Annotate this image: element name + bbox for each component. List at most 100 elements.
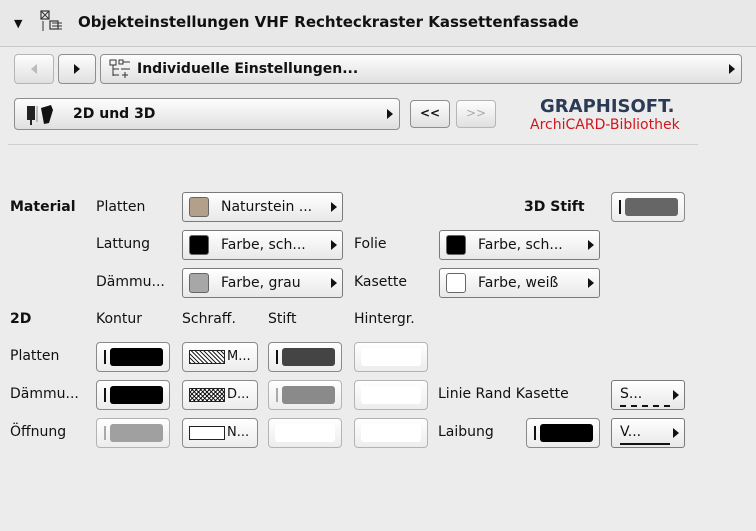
pen-indicator bbox=[104, 350, 106, 364]
daemmung-schraffur-value: D... bbox=[227, 387, 250, 402]
oeffnung-stift-pen[interactable] bbox=[268, 418, 342, 448]
material-platten-dropdown[interactable]: Naturstein ... bbox=[182, 192, 343, 222]
pen3d-button[interactable] bbox=[611, 192, 685, 222]
dropdown-arrow-icon bbox=[331, 202, 337, 212]
divider bbox=[8, 144, 698, 145]
dropdown-arrow-icon bbox=[387, 109, 393, 119]
dropdown-arrow-icon bbox=[588, 240, 594, 250]
next-view-button[interactable]: >> bbox=[456, 100, 496, 128]
page-title: Objekteinstellungen VHF Rechteckraster K… bbox=[78, 13, 579, 31]
pen-color-swatch bbox=[361, 386, 421, 404]
next-view-label: >> bbox=[466, 106, 487, 120]
brand-subtitle: ArchiCARD-Bibliothek bbox=[530, 117, 680, 133]
daemmung-hintergrund-pen[interactable] bbox=[354, 380, 428, 410]
dropdown-arrow-icon bbox=[331, 240, 337, 250]
column-hintergr: Hintergr. bbox=[354, 311, 415, 327]
pen-color-swatch bbox=[361, 424, 421, 442]
twod-section-label: 2D bbox=[10, 311, 32, 327]
material-kasette-label: Kasette bbox=[354, 274, 408, 290]
column-schraff: Schraff. bbox=[182, 311, 236, 327]
pen-color-swatch bbox=[110, 386, 163, 404]
column-kontur: Kontur bbox=[96, 311, 143, 327]
platten-hintergrund-pen[interactable] bbox=[354, 342, 428, 372]
pen-indicator bbox=[104, 426, 106, 440]
material-swatch bbox=[446, 235, 466, 255]
oeffnung-hintergrund-pen[interactable] bbox=[354, 418, 428, 448]
material-lattung-value: Farbe, sch... bbox=[221, 237, 306, 253]
laibung-label: Laibung bbox=[438, 424, 494, 440]
twod-platten-label: Platten bbox=[10, 348, 60, 364]
linie-rand-kasette-label: Linie Rand Kasette bbox=[438, 386, 569, 402]
pen-color-swatch bbox=[540, 424, 593, 442]
hatch-pattern-swatch bbox=[189, 426, 225, 440]
pen-indicator bbox=[534, 426, 536, 440]
line-type-preview bbox=[620, 441, 670, 445]
daemmung-kontur-pen[interactable] bbox=[96, 380, 170, 410]
settings-page-dropdown[interactable]: Individuelle Einstellungen... bbox=[100, 54, 742, 84]
collapse-triangle-icon[interactable]: ▼ bbox=[14, 17, 22, 30]
dropdown-arrow-icon bbox=[673, 390, 679, 400]
pen3d-label: 3D Stift bbox=[524, 199, 585, 215]
laibung-pen[interactable] bbox=[526, 418, 600, 448]
brand-name: GRAPHISOFT. bbox=[540, 96, 675, 117]
prev-view-label: << bbox=[420, 106, 441, 120]
material-swatch bbox=[446, 273, 466, 293]
hatch-pattern-swatch bbox=[189, 350, 225, 364]
arrow-right-icon bbox=[74, 64, 80, 74]
material-platten-value: Naturstein ... bbox=[221, 199, 313, 215]
platten-schraffur-button[interactable]: M... bbox=[182, 342, 258, 372]
view-mode-label: 2D und 3D bbox=[73, 106, 156, 122]
platten-kontur-pen[interactable] bbox=[96, 342, 170, 372]
arrow-left-icon bbox=[31, 64, 37, 74]
pen-indicator bbox=[276, 388, 278, 402]
material-daemmung-dropdown[interactable]: Farbe, grau bbox=[182, 268, 343, 298]
material-platten-label: Platten bbox=[96, 199, 146, 215]
oeffnung-schraffur-value: N... bbox=[227, 425, 250, 440]
pen-color-swatch bbox=[275, 424, 335, 442]
platten-stift-pen[interactable] bbox=[268, 342, 342, 372]
oeffnung-schraffur-button[interactable]: N... bbox=[182, 418, 258, 448]
pen-indicator bbox=[276, 350, 278, 364]
column-stift: Stift bbox=[268, 311, 297, 327]
linie-rand-kasette-value: S... bbox=[620, 386, 643, 402]
dropdown-arrow-icon bbox=[331, 278, 337, 288]
material-folie-value: Farbe, sch... bbox=[478, 237, 563, 253]
material-kasette-value: Farbe, weiß bbox=[478, 275, 559, 291]
prev-view-button[interactable]: << bbox=[410, 100, 450, 128]
prev-page-button[interactable] bbox=[14, 54, 54, 84]
pen-indicator bbox=[104, 388, 106, 402]
next-page-button[interactable] bbox=[58, 54, 96, 84]
material-swatch bbox=[189, 235, 209, 255]
pen-color-swatch bbox=[361, 348, 421, 366]
material-kasette-dropdown[interactable]: Farbe, weiß bbox=[439, 268, 600, 298]
pen-indicator bbox=[619, 200, 621, 214]
twod-daemmung-label: Dämmu... bbox=[10, 386, 79, 402]
dropdown-arrow-icon bbox=[673, 428, 679, 438]
2d-3d-view-icon bbox=[27, 105, 53, 125]
material-lattung-dropdown[interactable]: Farbe, sch... bbox=[182, 230, 343, 260]
pen-color-swatch bbox=[110, 424, 163, 442]
material-swatch bbox=[189, 197, 209, 217]
pen-color-swatch bbox=[625, 198, 678, 216]
material-folie-dropdown[interactable]: Farbe, sch... bbox=[439, 230, 600, 260]
material-folie-label: Folie bbox=[354, 236, 387, 252]
oeffnung-kontur-pen[interactable] bbox=[96, 418, 170, 448]
platten-schraffur-value: M... bbox=[227, 349, 251, 364]
hatch-pattern-swatch bbox=[189, 388, 225, 402]
twod-oeffnung-label: Öffnung bbox=[10, 424, 67, 440]
line-type-preview bbox=[620, 403, 670, 407]
object-settings-icon bbox=[40, 10, 62, 31]
daemmung-schraffur-button[interactable]: D... bbox=[182, 380, 258, 410]
laibung-linetype-dropdown[interactable]: V... bbox=[611, 418, 685, 448]
material-daemmung-value: Farbe, grau bbox=[221, 275, 301, 291]
view-mode-dropdown[interactable]: 2D und 3D bbox=[14, 98, 400, 130]
pen-color-swatch bbox=[282, 348, 335, 366]
brand-logo: GRAPHISOFT. ArchiCARD-Bibliothek bbox=[510, 96, 740, 140]
panel-header[interactable]: ▼ Objekteinstellungen VHF Rechteckraster… bbox=[0, 0, 756, 47]
daemmung-stift-pen[interactable] bbox=[268, 380, 342, 410]
linie-rand-kasette-dropdown[interactable]: S... bbox=[611, 380, 685, 410]
tree-structure-icon bbox=[109, 59, 130, 78]
material-lattung-label: Lattung bbox=[96, 236, 150, 252]
laibung-linetype-value: V... bbox=[620, 424, 642, 440]
material-section-label: Material bbox=[10, 199, 76, 215]
